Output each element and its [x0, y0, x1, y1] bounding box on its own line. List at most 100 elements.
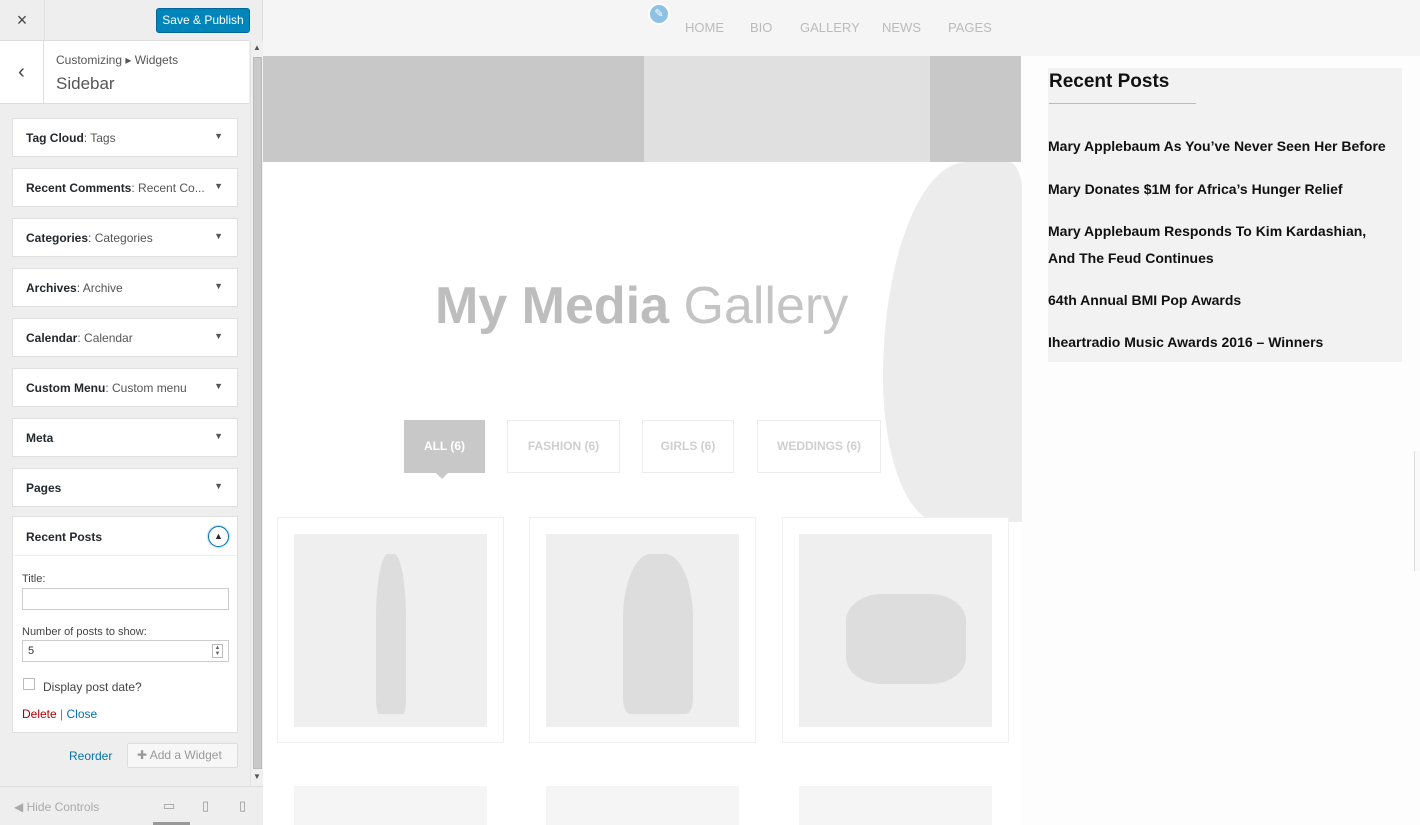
customizer-header: × Save & Publish — [0, 0, 250, 41]
widget-header[interactable]: Recent Posts ▲ — [13, 517, 237, 556]
gallery-photo[interactable] — [294, 534, 487, 727]
widget-calendar[interactable]: Calendar: Calendar ▼ — [12, 318, 238, 357]
filter-all[interactable]: ALL (6) — [404, 420, 485, 473]
widget-actions: Delete | Close — [22, 707, 97, 721]
expand-arrow-icon[interactable]: ▼ — [214, 181, 223, 191]
expand-arrow-icon[interactable]: ▼ — [214, 131, 223, 141]
hide-controls-button[interactable]: ◀ Hide Controls — [14, 800, 99, 814]
add-widget-button[interactable]: ✚ Add a Widget — [127, 743, 238, 768]
widget-name: Recent Comments — [26, 181, 132, 195]
expand-arrow-icon[interactable]: ▼ — [214, 431, 223, 441]
title-label: Title: — [22, 573, 46, 585]
hero-image — [883, 162, 1023, 522]
desktop-preview-icon[interactable]: ▭ — [163, 798, 175, 814]
widget-name: Meta — [26, 431, 54, 445]
customizer-controls: × Save & Publish ‹ Customizing ▸ Widgets… — [0, 0, 263, 825]
display-date-label: Display post date? — [43, 680, 142, 694]
widget-archives[interactable]: Archives: Archive ▼ — [12, 268, 238, 307]
site-preview: ✎ HOME BIO GALLERY NEWS PAGES My Media G… — [263, 0, 1420, 825]
widget-name: Calendar — [26, 331, 78, 345]
gallery-title: My Media Gallery — [435, 277, 849, 335]
tablet-preview-icon[interactable]: ▯ — [202, 798, 209, 814]
controls-scrollbar[interactable]: ▲ ▼ — [250, 41, 263, 786]
post-link[interactable]: 64th Annual BMI Pop Awards — [1048, 287, 1393, 314]
gallery-photo[interactable] — [294, 786, 487, 825]
post-count-value: 5 — [28, 645, 35, 657]
widget-subtitle: : Custom menu — [105, 381, 187, 395]
filter-weddings[interactable]: WEDDINGS (6) — [757, 420, 881, 473]
add-widget-label: Add a Widget — [149, 748, 222, 762]
scroll-thumb[interactable] — [253, 57, 262, 769]
widget-categories[interactable]: Categories: Categories ▼ — [12, 218, 238, 257]
preview-sidebar: Recent Posts Mary Applebaum As You’ve Ne… — [1022, 56, 1420, 825]
customizer-footer: ◀ Hide Controls ▭ ▯ ▯ — [0, 786, 263, 825]
post-link[interactable]: Mary Applebaum Responds To Kim Kardashia… — [1048, 218, 1393, 272]
widget-tag-cloud[interactable]: Tag Cloud: Tags ▼ — [12, 118, 238, 157]
filter-fashion[interactable]: FASHION (6) — [507, 420, 620, 473]
nav-bio[interactable]: BIO — [750, 20, 772, 35]
gallery-photo[interactable] — [799, 786, 992, 825]
scroll-up-icon[interactable]: ▲ — [253, 43, 261, 52]
sidebar-widget-title: Recent Posts — [1049, 71, 1170, 92]
delete-link[interactable]: Delete — [22, 707, 57, 721]
widget-meta[interactable]: Meta ▼ — [12, 418, 238, 457]
expand-arrow-icon[interactable]: ▼ — [214, 381, 223, 391]
preview-scroll-edge — [1414, 451, 1420, 571]
post-link[interactable]: Mary Applebaum As You’ve Never Seen Her … — [1048, 133, 1393, 160]
widget-recent-posts: Recent Posts ▲ Title: Number of posts to … — [12, 516, 238, 733]
plus-icon: ✚ — [137, 748, 148, 762]
expand-arrow-icon[interactable]: ▼ — [214, 331, 223, 341]
nav-pages[interactable]: PAGES — [948, 20, 992, 35]
widget-name: Recent Posts — [26, 530, 103, 544]
reorder-link[interactable]: Reorder — [69, 749, 112, 763]
title-input[interactable] — [22, 588, 229, 610]
widget-subtitle: : Tags — [83, 131, 116, 145]
widget-recent-comments[interactable]: Recent Comments: Recent Co... ▼ — [12, 168, 238, 207]
collapse-arrow-icon[interactable]: ▲ — [208, 526, 229, 547]
post-link[interactable]: Mary Donates $1M for Africa’s Hunger Rel… — [1048, 176, 1393, 203]
nav-gallery[interactable]: GALLERY — [800, 20, 860, 35]
recent-posts-widget-highlight — [1048, 68, 1402, 362]
widget-name: Categories — [26, 231, 89, 245]
mobile-preview-icon[interactable]: ▯ — [239, 798, 246, 814]
widget-subtitle: : Recent Co... — [131, 181, 204, 195]
widget-name: Custom Menu — [26, 381, 106, 395]
banner-photo — [644, 56, 930, 162]
widget-name: Archives — [26, 281, 77, 295]
edit-pencil-icon[interactable]: ✎ — [648, 3, 670, 25]
nav-home[interactable]: HOME — [685, 20, 724, 35]
widget-subtitle: : Archive — [76, 281, 123, 295]
expand-arrow-icon[interactable]: ▼ — [214, 281, 223, 291]
widget-name: Pages — [26, 481, 62, 495]
site-nav: ✎ HOME BIO GALLERY NEWS PAGES — [263, 0, 1420, 56]
count-label: Number of posts to show: — [22, 626, 147, 638]
widget-subtitle: : Calendar — [77, 331, 133, 345]
hide-controls-label: Hide Controls — [26, 800, 100, 814]
separator: | — [60, 707, 64, 721]
nav-news[interactable]: NEWS — [882, 20, 921, 35]
expand-arrow-icon[interactable]: ▼ — [214, 231, 223, 241]
breadcrumb: Customizing ▸ Widgets — [56, 53, 179, 67]
widget-name: Tag Cloud — [26, 131, 84, 145]
gallery-photo[interactable] — [799, 534, 992, 727]
title-divider — [1049, 103, 1196, 104]
close-icon[interactable]: × — [0, 0, 45, 41]
widget-subtitle: : Categories — [88, 231, 153, 245]
gallery-photo[interactable] — [546, 534, 739, 727]
section-header: ‹ Customizing ▸ Widgets Sidebar — [0, 41, 249, 104]
widget-custom-menu[interactable]: Custom Menu: Custom menu ▼ — [12, 368, 238, 407]
gallery-photo[interactable] — [546, 786, 739, 825]
scroll-down-icon[interactable]: ▼ — [253, 772, 261, 781]
post-count-input[interactable]: 5 ▲ ▼ — [22, 640, 229, 662]
expand-arrow-icon[interactable]: ▼ — [214, 481, 223, 491]
back-icon[interactable]: ‹ — [0, 41, 44, 104]
active-filter-caret — [435, 472, 449, 479]
display-date-checkbox[interactable] — [23, 678, 35, 690]
stepper-icon[interactable]: ▲ ▼ — [212, 644, 223, 658]
widget-pages[interactable]: Pages ▼ — [12, 468, 238, 507]
close-link[interactable]: Close — [67, 707, 98, 721]
post-link[interactable]: Iheartradio Music Awards 2016 – Winners — [1048, 329, 1393, 356]
save-publish-button[interactable]: Save & Publish — [156, 8, 250, 33]
filter-girls[interactable]: GIRLS (6) — [642, 420, 734, 473]
section-title: Sidebar — [56, 74, 115, 93]
